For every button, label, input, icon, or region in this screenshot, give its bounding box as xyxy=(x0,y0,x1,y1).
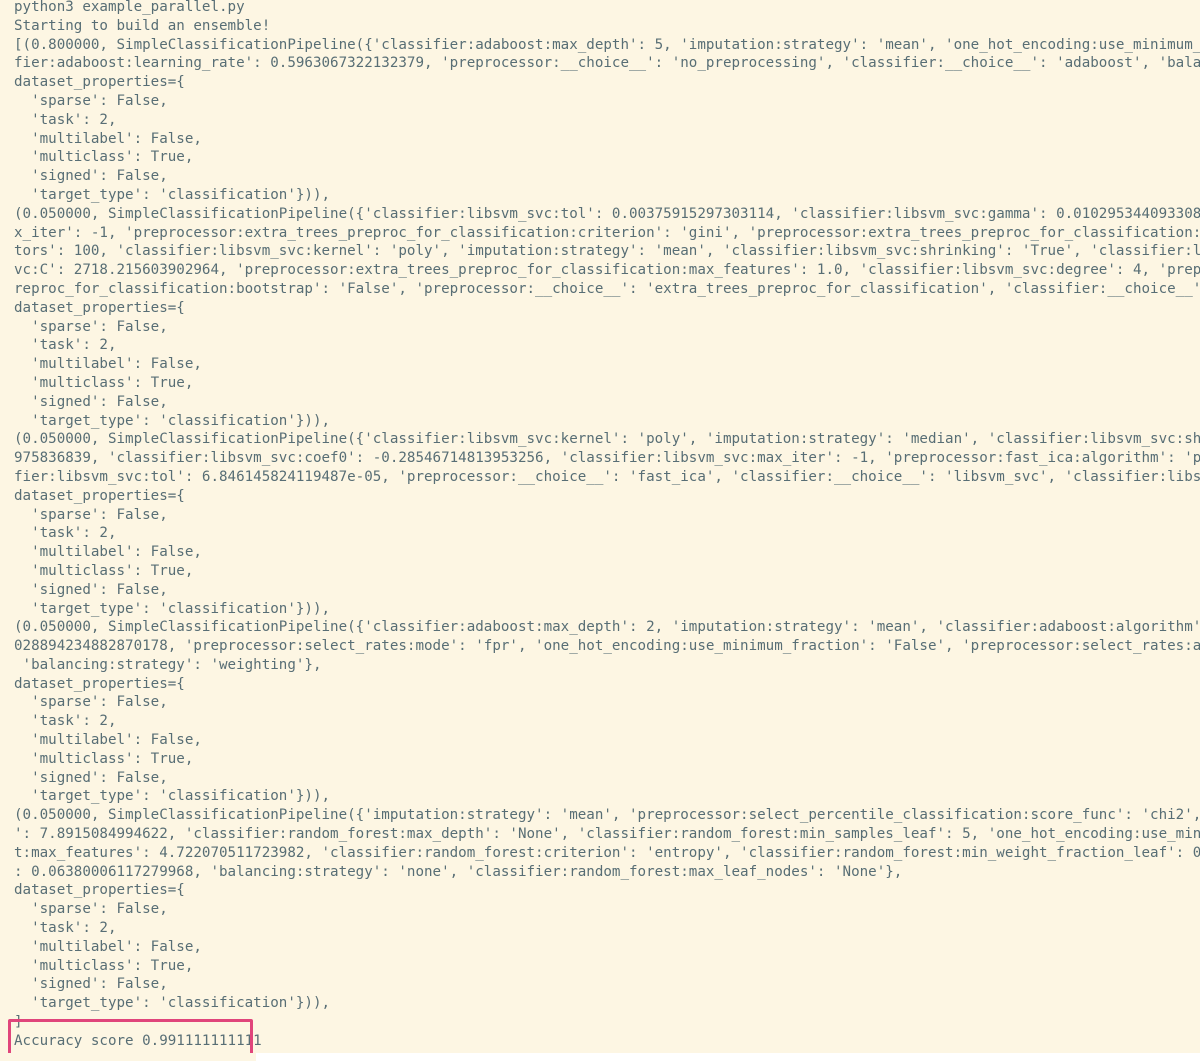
terminal-line: fier:libsvm_svc:tol': 6.846145824119487e… xyxy=(14,468,1200,485)
terminal-line: dataset_properties={ xyxy=(14,882,185,899)
terminal-line: 'target_type': 'classification'})), xyxy=(14,186,331,203)
terminal-line: reproc_for_classification:bootstrap': 'F… xyxy=(14,280,1200,297)
terminal-line: dataset_properties={ xyxy=(14,299,185,316)
terminal-line: 'task': 2, xyxy=(14,337,117,354)
terminal-output: python3 example_parallel.py Starting to b… xyxy=(14,0,1200,1053)
terminal-line: 'signed': False, xyxy=(14,976,168,993)
terminal-line: 'sparse': False, xyxy=(14,506,168,523)
terminal-line: [(0.800000, SimpleClassificationPipeline… xyxy=(14,36,1200,53)
terminal-line: ] xyxy=(14,1014,23,1031)
terminal-line: 'multilabel': False, xyxy=(14,130,202,147)
terminal-line: 'task': 2, xyxy=(14,920,117,937)
terminal-line: x_iter': -1, 'preprocessor:extra_trees_p… xyxy=(14,224,1200,241)
terminal-line: 'target_type': 'classification'})), xyxy=(14,788,331,805)
terminal-line: (0.050000, SimpleClassificationPipeline(… xyxy=(14,619,1200,636)
terminal-line: 'multilabel': False, xyxy=(14,544,202,561)
terminal-line: 'sparse': False, xyxy=(14,318,168,335)
terminal-line: 'task': 2, xyxy=(14,525,117,542)
terminal-line: dataset_properties={ xyxy=(14,675,185,692)
terminal-line: 'task': 2, xyxy=(14,111,117,128)
terminal-line: 'signed': False, xyxy=(14,769,168,786)
terminal-line: 'signed': False, xyxy=(14,168,168,185)
terminal-line: 'multilabel': False, xyxy=(14,938,202,955)
terminal-line: 'balancing:strategy': 'weighting'}, xyxy=(14,656,322,673)
terminal-line: 'multiclass': True, xyxy=(14,957,194,974)
terminal-line: 'multiclass': True, xyxy=(14,750,194,767)
terminal-line: python3 example_parallel.py xyxy=(14,0,245,15)
terminal-line: t:max_features': 4.722070511723982, 'cla… xyxy=(14,844,1200,861)
terminal-line: (0.050000, SimpleClassificationPipeline(… xyxy=(14,431,1200,448)
terminal-line: 975836839, 'classifier:libsvm_svc:coef0'… xyxy=(14,450,1200,467)
terminal-line: 'target_type': 'classification'})), xyxy=(14,995,331,1012)
terminal-line: tors': 100, 'classifier:libsvm_svc:kerne… xyxy=(14,243,1200,260)
accuracy-score-line: Accuracy score 0.991111111111 xyxy=(14,1032,262,1049)
terminal-line: 'task': 2, xyxy=(14,713,117,730)
terminal-line: 'multilabel': False, xyxy=(14,356,202,373)
terminal-line: dataset_properties={ xyxy=(14,487,185,504)
terminal-line: 028894234882870178, 'preprocessor:select… xyxy=(14,638,1200,655)
terminal-line: : 0.06380006117279968, 'balancing:strate… xyxy=(14,863,903,880)
terminal-line: dataset_properties={ xyxy=(14,74,185,91)
terminal-line: 'signed': False, xyxy=(14,581,168,598)
terminal-line: vc:C': 2718.215603902964, 'preprocessor:… xyxy=(14,262,1200,279)
terminal-line: 'signed': False, xyxy=(14,393,168,410)
terminal-line: 'multiclass': True, xyxy=(14,149,194,166)
terminal-line: 'target_type': 'classification'})), xyxy=(14,412,331,429)
terminal-line: (0.050000, SimpleClassificationPipeline(… xyxy=(14,205,1200,222)
bottom-margin-terminal-extension xyxy=(0,1053,256,1061)
terminal-line: (0.050000, SimpleClassificationPipeline(… xyxy=(14,807,1200,824)
terminal-window[interactable]: python3 example_parallel.py Starting to b… xyxy=(0,0,1200,1053)
terminal-line: 'multiclass': True, xyxy=(14,562,194,579)
terminal-line: 'target_type': 'classification'})), xyxy=(14,600,331,617)
terminal-line: fier:adaboost:learning_rate': 0.59630673… xyxy=(14,55,1200,72)
terminal-line: 'sparse': False, xyxy=(14,694,168,711)
terminal-line: 'multilabel': False, xyxy=(14,732,202,749)
terminal-line: Starting to build an ensemble! xyxy=(14,17,271,34)
terminal-line: ': 7.8915084994622, 'classifier:random_f… xyxy=(14,826,1200,843)
terminal-line: 'sparse': False, xyxy=(14,92,168,109)
terminal-line: 'sparse': False, xyxy=(14,901,168,918)
terminal-line: 'multiclass': True, xyxy=(14,374,194,391)
